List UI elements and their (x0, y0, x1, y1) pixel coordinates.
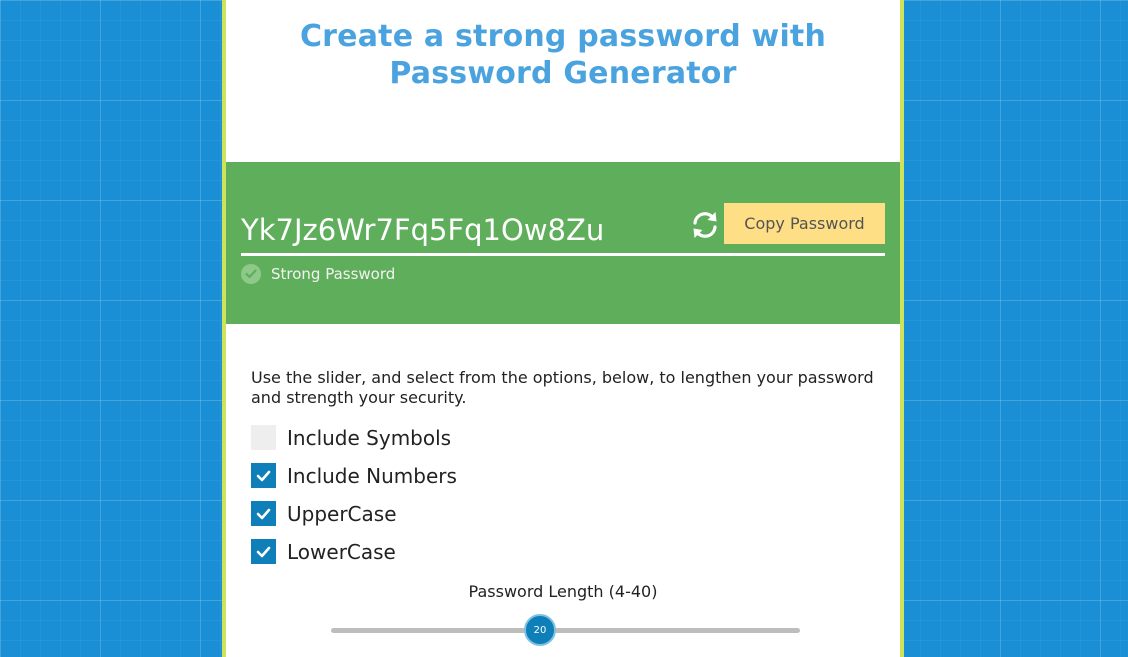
checkmark-icon (256, 508, 271, 519)
lowercase-checkbox[interactable] (251, 539, 276, 564)
numbers-checkbox[interactable] (251, 463, 276, 488)
option-label: UpperCase (287, 501, 397, 526)
length-slider-track[interactable] (331, 628, 800, 633)
checkmark-icon (256, 470, 271, 481)
option-uppercase[interactable]: UpperCase (251, 501, 397, 526)
generator-card: Create a strong password with Password G… (222, 0, 904, 657)
check-circle-icon (241, 264, 261, 284)
refresh-icon[interactable] (688, 208, 722, 242)
option-include-symbols[interactable]: Include Symbols (251, 425, 451, 450)
instructions-text: Use the slider, and select from the opti… (251, 368, 874, 407)
password-length-label: Password Length (4-40) (468, 582, 658, 601)
length-slider-thumb[interactable]: 20 (524, 614, 556, 646)
password-result-panel: Copy Password Strong Password (226, 162, 900, 324)
option-include-numbers[interactable]: Include Numbers (251, 463, 457, 488)
page-title: Create a strong password with Password G… (299, 19, 827, 91)
strength-text: Strong Password (271, 265, 396, 283)
copy-password-button[interactable]: Copy Password (724, 203, 885, 244)
option-lowercase[interactable]: LowerCase (251, 539, 396, 564)
uppercase-checkbox[interactable] (251, 501, 276, 526)
option-label: Include Symbols (287, 425, 452, 450)
option-label: Include Numbers (287, 463, 457, 488)
symbols-checkbox[interactable] (251, 425, 276, 450)
password-output[interactable] (241, 208, 686, 252)
strength-indicator: Strong Password (241, 263, 395, 285)
checkmark-icon (256, 546, 271, 557)
option-label: LowerCase (287, 539, 396, 564)
password-underline (241, 253, 885, 256)
